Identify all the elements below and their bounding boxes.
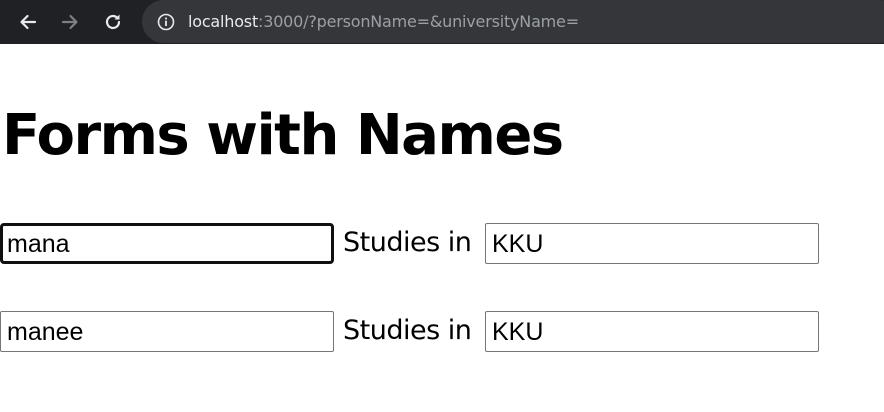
forward-arrow-icon [61,14,78,30]
university-name-input[interactable] [485,311,819,352]
forward-button[interactable] [54,6,86,38]
page-title: Forms with Names [2,103,564,168]
info-icon[interactable] [156,12,176,32]
back-arrow-icon [20,14,37,30]
reload-icon [105,14,121,30]
browser-toolbar: localhost:3000/?personName=&universityNa… [0,0,884,44]
address-bar[interactable]: localhost:3000/?personName=&universityNa… [142,0,884,43]
form-row: Studies in [0,311,884,353]
person-name-input[interactable] [0,311,334,352]
university-name-input[interactable] [485,223,819,264]
studies-in-label: Studies in [343,315,472,346]
person-name-input[interactable] [0,223,334,264]
back-button[interactable] [12,6,44,38]
page-content: Forms with Names Studies in Studies in [0,44,884,412]
url-host: localhost [188,12,259,31]
url-text: localhost:3000/?personName=&universityNa… [188,12,579,31]
studies-in-label: Studies in [343,227,472,258]
form-row: Studies in [0,223,884,265]
url-path: :3000/?personName=&universityName= [258,12,579,31]
reload-button[interactable] [97,6,129,38]
